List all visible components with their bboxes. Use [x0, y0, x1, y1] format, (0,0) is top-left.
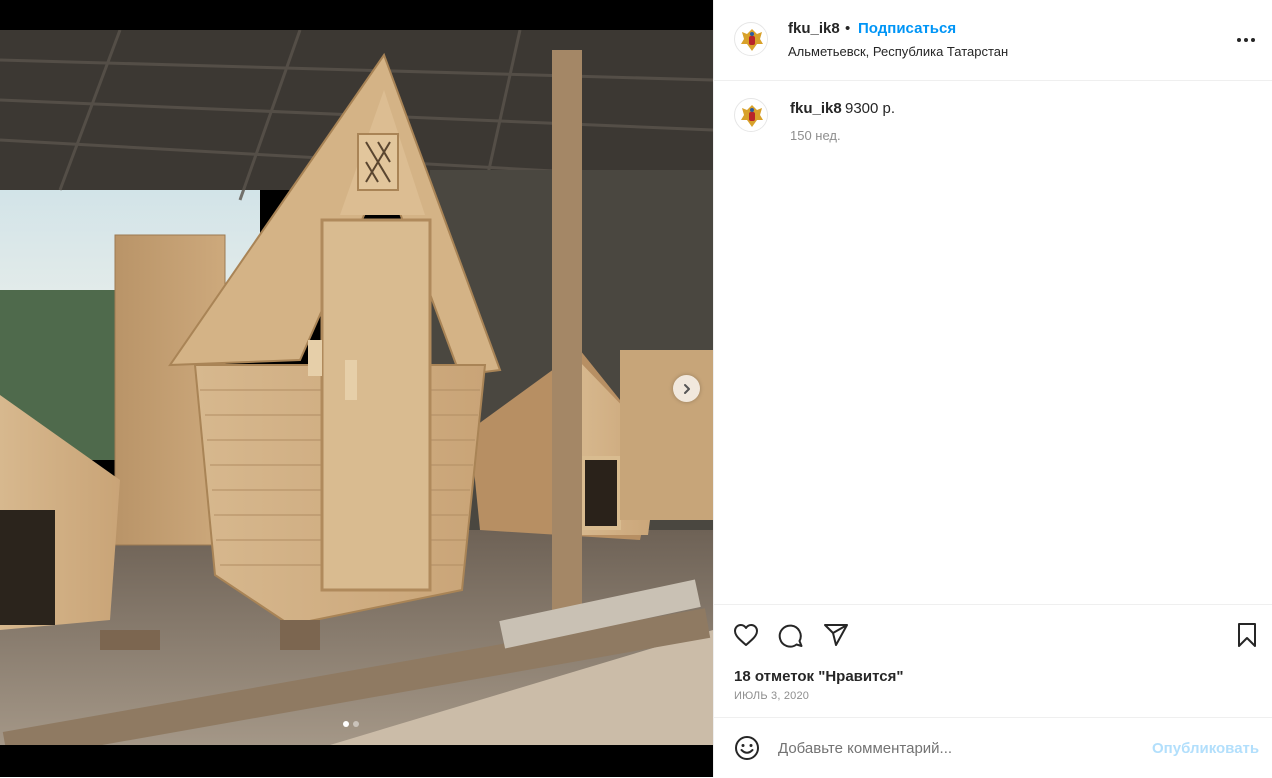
caption-username[interactable]: fku_ik8 — [790, 100, 842, 117]
emblem-logo-icon — [736, 100, 767, 131]
carousel-dot — [353, 721, 359, 727]
comment-icon — [778, 624, 803, 648]
emoji-icon — [735, 736, 759, 760]
header-separator: • — [845, 20, 851, 37]
comment-button[interactable] — [777, 621, 805, 649]
heart-icon — [734, 624, 758, 646]
media-area — [0, 0, 713, 777]
comment-input[interactable] — [778, 736, 1138, 760]
more-options-button[interactable] — [1234, 30, 1258, 50]
comment-form: Опубликовать — [714, 717, 1272, 778]
post-viewer: fku_ik8 • Подписаться Альметьевск, Респу… — [0, 0, 1272, 777]
like-button[interactable] — [732, 621, 760, 649]
follow-button[interactable]: Подписаться — [858, 20, 956, 37]
share-button[interactable] — [822, 621, 850, 649]
carousel-indicator — [343, 721, 359, 727]
carousel-next-button[interactable] — [673, 375, 700, 402]
post-author-username[interactable]: fku_ik8 — [788, 20, 840, 37]
post-date[interactable]: ИЮЛЬ 3, 2020 — [734, 690, 809, 702]
emblem-logo-icon — [736, 24, 767, 55]
avatar[interactable] — [734, 22, 768, 56]
likes-count[interactable]: 18 отметок "Нравится" — [734, 668, 903, 685]
caption-avatar[interactable] — [734, 98, 768, 132]
post-location[interactable]: Альметьевск, Республика Татарстан — [788, 44, 1008, 59]
post-photo — [0, 30, 713, 745]
paper-plane-icon — [824, 624, 848, 646]
post-header: fku_ik8 • Подписаться Альметьевск, Респу… — [714, 0, 1272, 81]
save-button[interactable] — [1233, 621, 1261, 649]
post-actions: 18 отметок "Нравится" ИЮЛЬ 3, 2020 — [714, 604, 1272, 718]
bookmark-icon — [1238, 623, 1256, 647]
caption-text: 9300 р. — [845, 100, 896, 117]
post-details-panel: fku_ik8 • Подписаться Альметьевск, Респу… — [713, 0, 1272, 777]
carousel-dot-active — [343, 721, 349, 727]
publish-button[interactable]: Опубликовать — [1152, 740, 1259, 757]
caption-timestamp: 150 нед. — [790, 128, 841, 143]
chevron-right-icon — [683, 383, 690, 394]
more-horizontal-icon — [1237, 38, 1255, 42]
emoji-button[interactable] — [734, 735, 760, 761]
